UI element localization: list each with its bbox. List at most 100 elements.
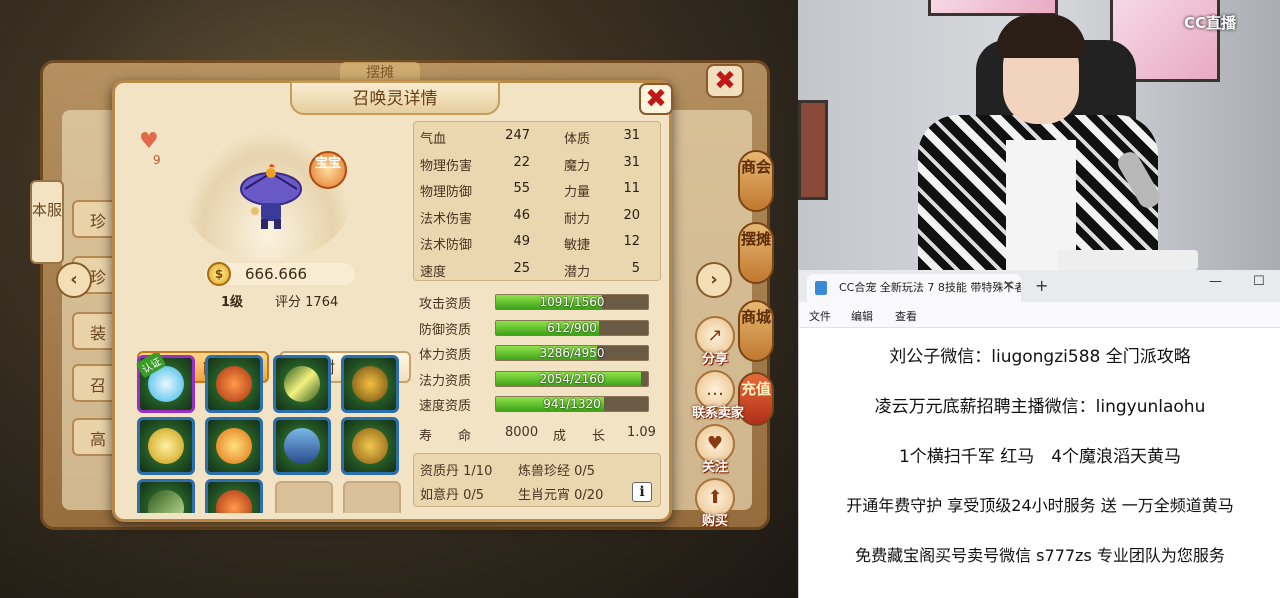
pet-overview: ♥ 9 宝宝 666.666 $ 1级 评分 1764 技能 附加 xyxy=(123,121,411,383)
follow-button[interactable]: ♥ 关注 xyxy=(692,424,738,475)
text-line[interactable]: 开通年费守护 享受顶级24小时服务 送 一万全频道黄马 xyxy=(799,492,1280,516)
empty-skill-slot[interactable] xyxy=(275,481,333,513)
stat-label: 速度 xyxy=(420,264,447,280)
tab-local-server[interactable]: 本服 xyxy=(30,180,64,264)
aptitude-label: 体力资质 xyxy=(419,348,472,363)
stat-value: 31 xyxy=(623,154,640,170)
text-line[interactable]: 凌云万元底薪招聘主播微信：lingyunlaohu xyxy=(799,392,1280,417)
notepad-tab-title: CC合宠 全新玩法 7 8技能 带特殊不者 xyxy=(839,281,1021,294)
life-value: 8000 xyxy=(505,425,539,440)
skill-slot[interactable] xyxy=(341,417,399,475)
skill-slot[interactable] xyxy=(205,417,263,475)
menu-edit[interactable]: 编辑 xyxy=(851,308,873,324)
streamer-camera: CC直播 xyxy=(798,0,1280,270)
menu-view[interactable]: 查看 xyxy=(895,308,917,324)
cc-live-logo: CC直播 xyxy=(1184,14,1237,32)
skill-slot[interactable] xyxy=(273,355,331,413)
previous-arrow-icon[interactable]: ‹ xyxy=(56,262,92,298)
minimize-icon[interactable]: — xyxy=(1209,274,1222,289)
aptitude-label: 防御资质 xyxy=(419,322,472,338)
empty-skill-slot[interactable] xyxy=(343,481,401,513)
dialog-title: 召唤灵详情 xyxy=(290,81,500,115)
skill-slot[interactable] xyxy=(205,479,263,513)
info-icon[interactable]: i xyxy=(632,482,652,502)
skill-slot[interactable]: 认证 xyxy=(135,353,195,413)
consumable-label: 生肖元宵 xyxy=(518,488,571,503)
share-label: 分享 xyxy=(701,352,728,367)
skill-slot[interactable] xyxy=(137,479,195,513)
stat-value: 46 xyxy=(513,207,530,223)
summon-details-dialog: 召唤灵详情 ✖ ♥ 9 宝宝 666.666 $ 1级 评分 1764 技能 附… xyxy=(112,80,673,522)
skill-demon-icon xyxy=(216,490,252,513)
aptitude-value: 2054/2160 xyxy=(539,371,605,386)
growth-value: 1.09 xyxy=(627,425,656,440)
aptitude-label: 攻击资质 xyxy=(419,297,472,312)
contact-seller-button[interactable]: … 联系卖家 xyxy=(692,370,745,421)
stat-value: 5 xyxy=(631,260,640,276)
stat-value: 11 xyxy=(623,181,640,196)
text-line[interactable]: 1个横扫千军 红马 4个魔浪滔天黄马 xyxy=(799,442,1280,467)
skill-slot[interactable] xyxy=(341,355,399,413)
aptitude-value: 941/1320 xyxy=(543,397,601,411)
aptitude-bar: 3286/4950 xyxy=(495,345,649,361)
keyboard xyxy=(1058,250,1198,270)
contact-seller-label: 联系卖家 xyxy=(692,406,745,421)
consumable-value: 0/5 xyxy=(574,464,596,479)
notepad-titlebar: CC合宠 全新玩法 7 8技能 带特殊不者 × + — ☐ xyxy=(799,270,1280,302)
tab-mall[interactable]: 商城 xyxy=(738,300,774,362)
stat-label: 物理防御 xyxy=(420,185,473,200)
skill-slot[interactable] xyxy=(205,355,263,413)
favorite-count: 9 xyxy=(153,153,161,167)
text-line[interactable]: 刘公子微信：liugongzi588 全门派攻略 xyxy=(799,342,1280,367)
skill-hourglass-icon xyxy=(284,428,320,464)
stat-label: 法术防御 xyxy=(420,238,473,253)
consumable-value: 0/20 xyxy=(574,488,604,503)
stat-value: 31 xyxy=(623,128,640,143)
skill-flame-icon xyxy=(216,428,252,464)
close-icon[interactable]: ✖ xyxy=(639,83,673,115)
attribute-table: 气血 247 体质 31 物理伤害 22 魔力 31 物理防御 55 力量 11 法术伤害 46 耐力 20 法… xyxy=(413,121,661,281)
consumable-value: 0/5 xyxy=(463,488,485,503)
skill-wind-icon xyxy=(148,490,184,513)
aptitude-table: 寿 命 8000 成 长 1.09 攻击资质 1091/1560 防御资质 612/9… xyxy=(413,289,661,444)
consumable-item: 生肖元宵 0/20 xyxy=(518,484,603,503)
heart-icon[interactable]: ♥ xyxy=(139,129,159,154)
tab-close-icon[interactable]: × xyxy=(1003,278,1014,293)
text-line[interactable]: 免费藏宝阁买号卖号微信 s777zs 专业团队为您服务 xyxy=(799,542,1280,566)
tab-commerce[interactable]: 商会 xyxy=(738,150,774,212)
coin-icon: $ xyxy=(207,262,231,286)
growth-label: 成 长 xyxy=(553,429,606,444)
consumable-value: 1/10 xyxy=(463,464,493,479)
background-close-icon[interactable]: ✖ xyxy=(706,64,744,98)
stat-label: 力量 xyxy=(564,185,591,200)
consumable-item: 资质丹 1/10 xyxy=(420,460,492,479)
stat-value: 25 xyxy=(513,260,530,276)
skill-demon-icon xyxy=(216,366,252,402)
notepad-icon xyxy=(815,281,827,295)
skill-slash-icon xyxy=(284,366,320,402)
consumable-label: 资质丹 xyxy=(420,464,460,479)
stat-label: 敏捷 xyxy=(564,238,591,253)
stat-value: 49 xyxy=(513,234,530,249)
tab-stall[interactable]: 摆摊 xyxy=(738,222,774,284)
stat-label: 体质 xyxy=(564,132,591,147)
buy-button[interactable]: ⬆ 购买 xyxy=(692,478,738,529)
aptitude-bar: 941/1320 xyxy=(495,396,649,412)
consumables-table: i 资质丹 1/10 炼兽珍经 0/5 如意丹 0/5 生肖元宵 0/20 xyxy=(413,453,661,507)
menu-file[interactable]: 文件 xyxy=(809,308,831,324)
share-button[interactable]: ↗ 分享 xyxy=(692,316,738,367)
next-arrow-icon[interactable]: › xyxy=(696,262,732,298)
stat-label: 法术伤害 xyxy=(420,211,473,227)
skill-slot[interactable] xyxy=(137,417,195,475)
stat-label: 物理伤害 xyxy=(420,158,473,174)
buy-label: 购买 xyxy=(701,514,728,529)
stat-label: 潜力 xyxy=(564,264,591,280)
aptitude-value: 612/900 xyxy=(547,320,597,335)
aptitude-bar: 2054/2160 xyxy=(495,370,649,387)
life-label: 寿 命 xyxy=(419,429,472,444)
new-tab-icon[interactable]: + xyxy=(1035,276,1048,295)
maximize-icon[interactable]: ☐ xyxy=(1253,274,1265,289)
notepad-tab[interactable]: CC合宠 全新玩法 7 8技能 带特殊不者 xyxy=(807,274,1021,302)
skill-slot[interactable] xyxy=(273,417,331,475)
stat-value: 55 xyxy=(513,181,530,196)
